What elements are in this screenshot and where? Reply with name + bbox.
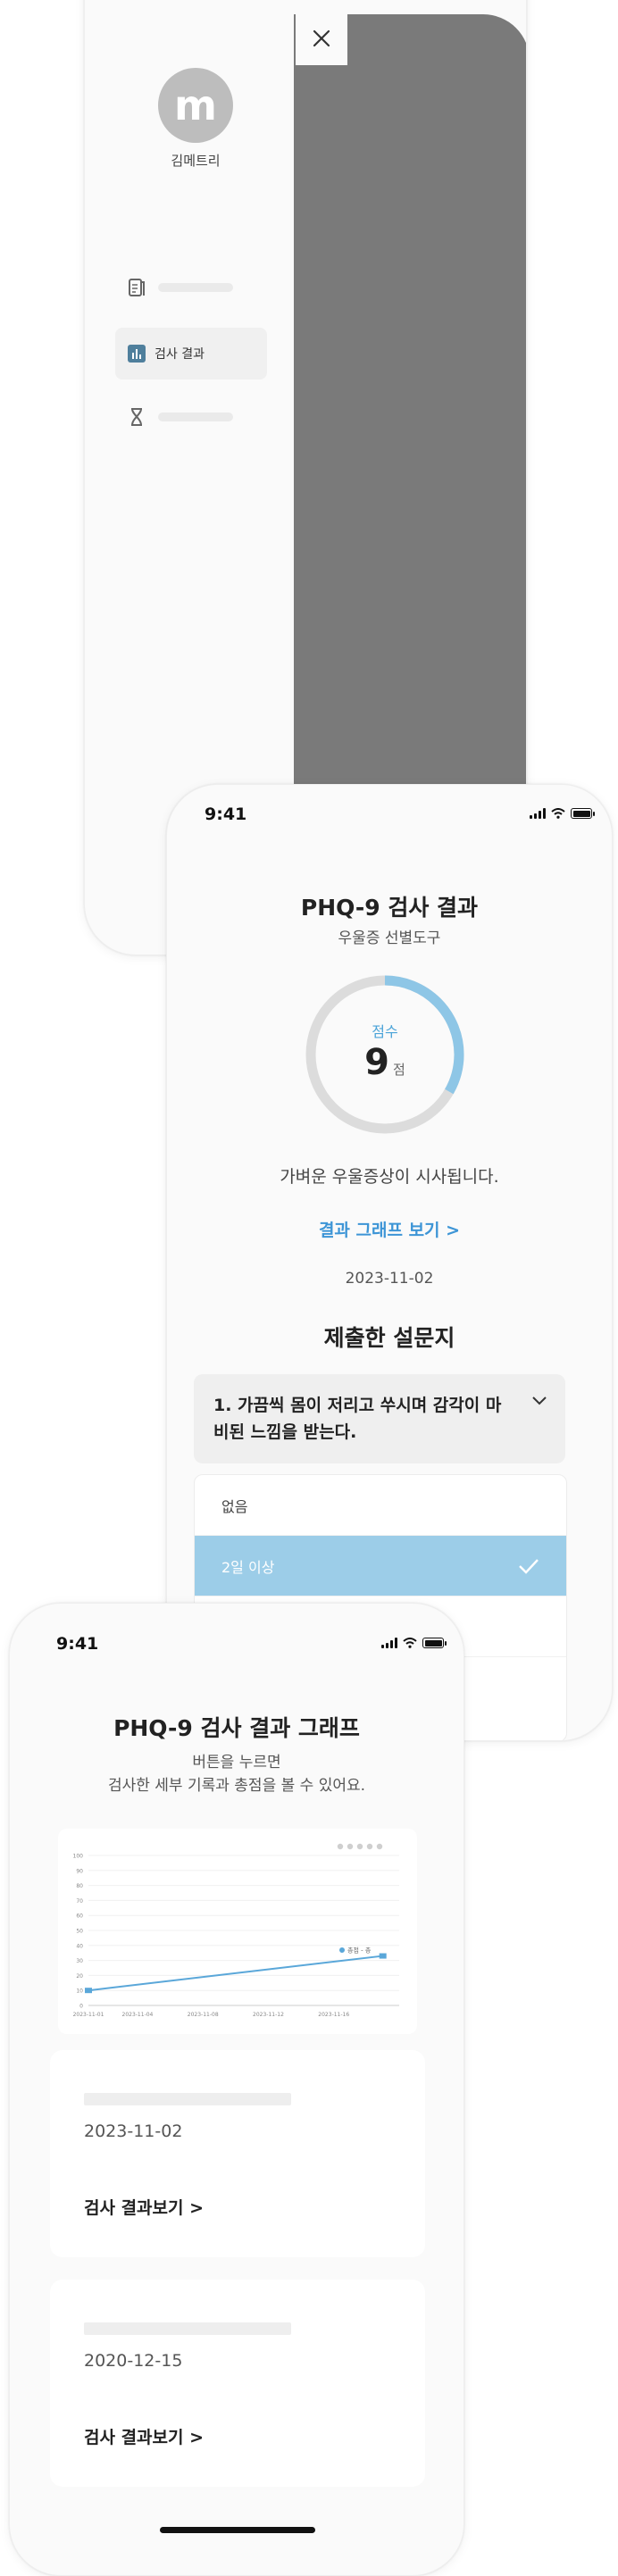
signal-icon bbox=[530, 808, 546, 819]
x-tick-label: 2023-11-12 bbox=[253, 2012, 284, 2018]
question-accordion[interactable]: 1. 가끔씩 몸이 저리고 쑤시며 감각이 마비된 느낌을 받는다. bbox=[194, 1374, 565, 1463]
y-tick-label: 100 bbox=[73, 1854, 84, 1860]
score-gauge: 점수 9점 bbox=[303, 972, 467, 1137]
status-bar: 9:41 bbox=[10, 1604, 464, 1654]
sidebar-item-placeholder bbox=[158, 283, 233, 292]
chart-toolbar-icon bbox=[376, 1843, 383, 1850]
line-chart: 0 10 20 30 40 50 60 70 80 90 100 2023-11-01 2023-11-… bbox=[73, 1843, 399, 2018]
chart-card: 0 10 20 30 40 50 60 70 80 90 100 2023-11-01 2023-11-… bbox=[58, 1829, 417, 2034]
status-time: 9:41 bbox=[205, 804, 247, 824]
status-time: 9:41 bbox=[56, 1634, 99, 1654]
check-icon bbox=[519, 1558, 539, 1574]
graph-screen: 9:41 PHQ-9 검사 결과 그래프 버튼을 누르면 검사한 세부 기록과 … bbox=[9, 1603, 464, 2576]
wifi-icon bbox=[403, 1638, 417, 1648]
user-name: 김메트리 bbox=[171, 153, 221, 169]
status-icons bbox=[381, 1638, 447, 1648]
y-tick-label: 30 bbox=[76, 1958, 83, 1964]
sidebar-item-label: 검사 결과 bbox=[154, 347, 205, 362]
avatar-letter: m bbox=[174, 81, 217, 129]
y-tick-label: 40 bbox=[76, 1943, 83, 1949]
option-item-selected[interactable]: 2일 이상 bbox=[195, 1536, 566, 1596]
card-title-placeholder bbox=[84, 2093, 291, 2105]
option-item[interactable]: 없음 bbox=[195, 1475, 566, 1536]
y-tick-label: 20 bbox=[76, 1973, 83, 1980]
y-tick-label: 90 bbox=[76, 1868, 83, 1874]
section-title: 제출한 설문지 bbox=[323, 1325, 455, 1351]
page-subtitle-line2: 검사한 세부 기록과 총점을 볼 수 있어요. bbox=[107, 1777, 366, 1795]
data-point bbox=[85, 1988, 92, 1994]
y-tick-label: 10 bbox=[76, 1988, 83, 1995]
option-label: 없음 bbox=[221, 1497, 248, 1515]
x-tick-label: 2023-11-08 bbox=[188, 2012, 219, 2018]
legend-label: 총점 - 총 bbox=[347, 1947, 372, 1955]
sidebar-item-results[interactable]: 검사 결과 bbox=[115, 328, 267, 379]
page-subtitle: 우울증 선별도구 bbox=[338, 930, 441, 947]
view-result-link[interactable]: 검사 결과보기 > bbox=[84, 2424, 204, 2448]
page-subtitle-line1: 버튼을 누르면 bbox=[192, 1754, 281, 1772]
chart-toolbar-icon bbox=[337, 1843, 344, 1850]
sidebar-item-1[interactable] bbox=[115, 262, 267, 313]
status-bar: 9:41 bbox=[167, 785, 612, 829]
score-number: 9 bbox=[364, 1042, 390, 1083]
option-label: 2일 이상 bbox=[221, 1558, 275, 1576]
avatar: m bbox=[158, 68, 233, 143]
card-title-placeholder bbox=[84, 2322, 291, 2335]
battery-icon bbox=[571, 808, 595, 819]
result-card[interactable]: 2020-12-15 검사 결과보기 > bbox=[50, 2280, 425, 2487]
y-tick-label: 70 bbox=[76, 1898, 83, 1905]
score-label: 점수 bbox=[372, 1023, 398, 1040]
page-title: PHQ-9 검사 결과 bbox=[300, 895, 479, 921]
status-icons bbox=[530, 808, 595, 819]
document-icon bbox=[128, 279, 146, 296]
chart-toolbar-icon bbox=[366, 1843, 373, 1850]
bar-chart-icon bbox=[128, 345, 146, 363]
data-point bbox=[379, 1953, 387, 1959]
card-date: 2020-12-15 bbox=[84, 2351, 183, 2371]
chevron-down-icon bbox=[532, 1396, 547, 1405]
result-card[interactable]: 2023-11-02 검사 결과보기 > bbox=[50, 2050, 425, 2257]
graph-link[interactable]: 결과 그래프 보기 > bbox=[167, 1217, 612, 1241]
y-tick-label: 50 bbox=[76, 1929, 83, 1935]
battery-icon bbox=[422, 1638, 447, 1648]
x-tick-label: 2023-11-01 bbox=[73, 2012, 104, 2018]
x-tick-label: 2023-11-16 bbox=[318, 2012, 349, 2018]
close-icon bbox=[313, 29, 330, 47]
hourglass-icon bbox=[128, 408, 146, 426]
result-screen: 9:41 PHQ-9 검사 결과 우울증 선별도구 점수 9점 가벼운 우울증상… bbox=[166, 784, 613, 1741]
close-button[interactable] bbox=[296, 12, 347, 65]
sidebar-item-3[interactable] bbox=[115, 391, 267, 443]
question-text: 1. 가끔씩 몸이 저리고 쑤시며 감각이 마비된 느낌을 받는다. bbox=[213, 1396, 502, 1442]
result-description: 가벼운 우울증상이 시사됩니다. bbox=[280, 1167, 499, 1187]
card-date: 2023-11-02 bbox=[84, 2122, 183, 2141]
score-value: 9점 bbox=[303, 1042, 467, 1083]
wifi-icon bbox=[551, 808, 565, 819]
y-tick-label: 80 bbox=[76, 1883, 83, 1889]
series-line bbox=[88, 1955, 383, 1992]
page-title: PHQ-9 검사 결과 그래프 bbox=[113, 1715, 360, 1741]
score-unit: 점 bbox=[393, 1062, 405, 1078]
view-result-link[interactable]: 검사 결과보기 > bbox=[84, 2195, 204, 2219]
chart-toolbar-icon bbox=[356, 1843, 363, 1850]
signal-icon bbox=[381, 1638, 397, 1648]
chart-toolbar-icon bbox=[347, 1843, 354, 1850]
legend-marker bbox=[339, 1947, 345, 1953]
home-indicator bbox=[160, 2527, 315, 2533]
y-tick-label: 60 bbox=[76, 1913, 83, 1920]
result-date: 2023-11-02 bbox=[345, 1270, 434, 1288]
x-tick-label: 2023-11-04 bbox=[122, 2012, 154, 2018]
sidebar-item-placeholder bbox=[158, 413, 233, 421]
y-tick-label: 0 bbox=[79, 2004, 83, 2010]
